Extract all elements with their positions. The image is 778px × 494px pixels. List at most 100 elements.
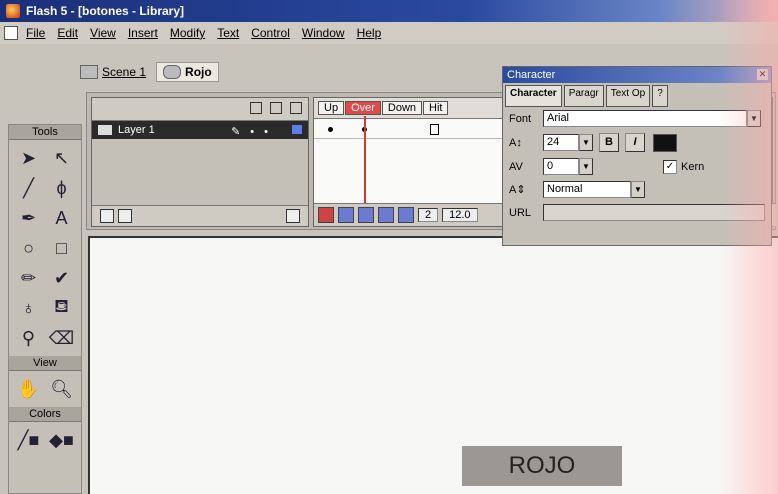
eraser-icon[interactable]: ⌫ <box>46 324 77 352</box>
size-row: A↕ 24 ▼ B I <box>503 130 771 155</box>
menu-edit[interactable]: Edit <box>57 26 78 40</box>
frame-up[interactable]: Up <box>318 101 345 115</box>
layer-row[interactable]: Layer 1 ✎•• <box>92 121 308 139</box>
character-panel-tabs: Character Paragr Text Op ? <box>503 83 771 107</box>
add-guide-layer-icon[interactable] <box>118 209 132 223</box>
scene-link[interactable]: Scene 1 <box>80 65 146 79</box>
scene-label: Scene 1 <box>102 65 147 79</box>
hand-tool-icon[interactable]: ✋ <box>13 375 44 403</box>
baseline-field[interactable]: Normal <box>543 181 631 198</box>
lock-icon[interactable] <box>270 102 282 114</box>
bold-button[interactable]: B <box>599 133 619 152</box>
fill-color-icon[interactable]: ◆■ <box>46 426 77 454</box>
close-icon[interactable]: ✕ <box>757 69 768 80</box>
tracking-icon: AV <box>509 160 523 173</box>
paint-bucket-icon[interactable]: ⛾ <box>46 294 77 322</box>
stage-canvas[interactable]: ROJO <box>88 236 778 494</box>
menu-control[interactable]: Control <box>251 26 290 40</box>
keyframe-1[interactable] <box>328 127 333 132</box>
menu-window[interactable]: Window <box>302 26 345 40</box>
tracking-field[interactable]: 0 <box>543 158 579 175</box>
character-panel: Character ✕ Character Paragr Text Op ? F… <box>502 66 772 246</box>
layer-color-swatch[interactable] <box>292 125 302 134</box>
symbol-link[interactable]: Rojo <box>156 62 219 82</box>
delete-layer-icon[interactable] <box>286 209 300 223</box>
frame-over[interactable]: Over <box>345 101 381 115</box>
italic-button[interactable]: I <box>625 133 645 152</box>
layer-icon <box>98 125 112 135</box>
frame-down[interactable]: Down <box>381 101 423 115</box>
add-layer-icon[interactable] <box>100 209 114 223</box>
tracking-dropdown-icon[interactable]: ▼ <box>579 158 593 175</box>
character-panel-title-text: Character <box>507 69 556 81</box>
frame-end-marker <box>430 124 439 135</box>
symbol-label: Rojo <box>185 65 212 79</box>
tab-character[interactable]: Character <box>505 85 562 107</box>
character-panel-title: Character ✕ <box>503 67 771 83</box>
tools-panel: Tools ➤ ↖ ╱ ϕ ✒ A ○ □ ✏ ✔ ♁ ⛾ ⚲ ⌫ View ✋… <box>8 124 82 494</box>
button-symbol-icon <box>163 65 182 79</box>
layers-footer <box>92 205 308 226</box>
baseline-dropdown-icon[interactable]: ▼ <box>631 181 645 198</box>
window-titlebar: Flash 5 - [botones - Library] <box>0 0 778 22</box>
playhead[interactable] <box>364 116 366 212</box>
tracking-row: AV 0 ▼ ✓ Kern <box>503 155 771 178</box>
oval-tool-icon[interactable]: ○ <box>13 234 44 262</box>
layers-header <box>92 98 308 121</box>
layers-pane: Layer 1 ✎•• <box>91 97 309 227</box>
frame-rate: 12.0 <box>442 208 478 222</box>
layer-name: Layer 1 <box>118 124 155 136</box>
baseline-row: A⇕ Normal ▼ <box>503 178 771 201</box>
onion-skin-icon[interactable] <box>338 207 354 223</box>
outline-icon[interactable] <box>290 102 302 114</box>
rojo-button-symbol[interactable]: ROJO <box>462 446 622 486</box>
scene-icon <box>80 65 98 79</box>
subselect-tool-icon[interactable]: ↖ <box>46 144 77 172</box>
font-row: Font Arial ▼ <box>503 107 771 130</box>
kern-label: Kern <box>681 160 705 173</box>
menu-file[interactable]: File <box>26 26 45 40</box>
show-hide-icon[interactable] <box>250 102 262 114</box>
lasso-tool-icon[interactable]: ϕ <box>46 174 77 202</box>
tab-text-options[interactable]: Text Op <box>605 85 651 107</box>
text-color-swatch[interactable] <box>653 133 677 152</box>
onion-outline-icon[interactable] <box>358 207 374 223</box>
url-row: URL <box>503 201 771 224</box>
view-header: View <box>9 356 81 371</box>
menu-text[interactable]: Text <box>217 26 239 40</box>
frame-hit[interactable]: Hit <box>423 101 449 115</box>
menu-view[interactable]: View <box>90 26 116 40</box>
font-label: Font <box>509 112 532 125</box>
line-tool-icon[interactable]: ╱ <box>13 174 44 202</box>
url-field[interactable] <box>543 204 765 221</box>
arrow-tool-icon[interactable]: ➤ <box>13 144 44 172</box>
font-size-icon: A↕ <box>509 136 522 149</box>
center-frame-icon[interactable] <box>318 207 334 223</box>
font-size-field[interactable]: 24 <box>543 134 579 151</box>
pencil-tool-icon[interactable]: ✏ <box>13 264 44 292</box>
kern-checkbox[interactable]: ✓ <box>663 159 677 174</box>
ink-bottle-icon[interactable]: ♁ <box>13 294 44 322</box>
tab-paragraph[interactable]: Paragr <box>563 85 604 107</box>
window-title: Flash 5 - [botones - Library] <box>26 4 185 18</box>
eyedropper-icon[interactable]: ⚲ <box>13 324 44 352</box>
onion-markers-icon[interactable] <box>398 207 414 223</box>
current-frame: 2 <box>418 208 439 222</box>
menu-modify[interactable]: Modify <box>170 26 205 40</box>
menu-help[interactable]: Help <box>357 26 382 40</box>
menu-insert[interactable]: Insert <box>128 26 158 40</box>
brush-tool-icon[interactable]: ✔ <box>46 264 77 292</box>
document-icon[interactable] <box>4 26 18 40</box>
font-field[interactable]: Arial <box>543 110 747 127</box>
zoom-tool-icon[interactable]: 🔍︎ <box>46 375 77 403</box>
colors-header: Colors <box>9 407 81 422</box>
edit-multiple-icon[interactable] <box>378 207 394 223</box>
pen-tool-icon[interactable]: ✒ <box>13 204 44 232</box>
font-size-dropdown-icon[interactable]: ▼ <box>579 134 593 151</box>
url-label: URL <box>509 206 532 219</box>
rectangle-tool-icon[interactable]: □ <box>46 234 77 262</box>
text-tool-icon[interactable]: A <box>46 204 77 232</box>
font-dropdown-icon[interactable]: ▼ <box>747 110 761 127</box>
stroke-color-icon[interactable]: ╱■ <box>13 426 44 454</box>
help-icon[interactable]: ? <box>652 85 668 107</box>
